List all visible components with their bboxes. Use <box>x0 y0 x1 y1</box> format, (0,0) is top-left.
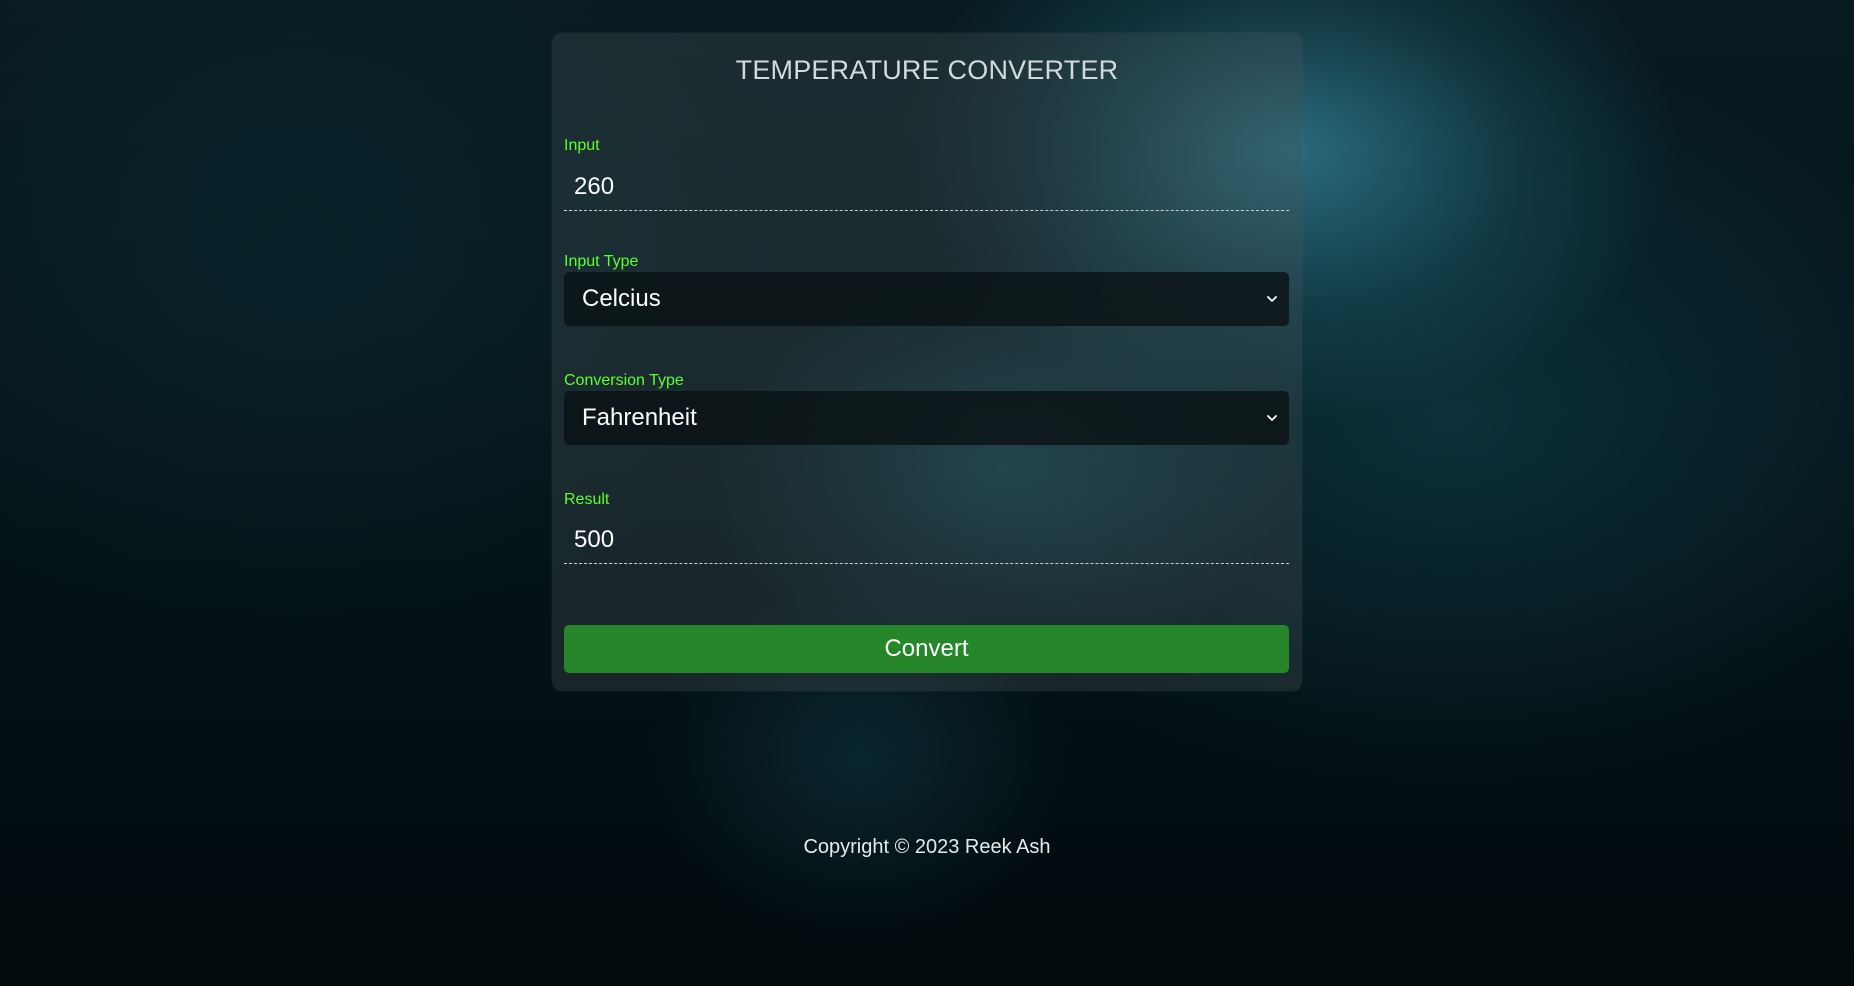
page-title: TEMPERATURE CONVERTER <box>735 55 1119 85</box>
convert-button[interactable]: Convert <box>564 625 1289 673</box>
conversion-type-label: Conversion Type <box>564 372 684 389</box>
input-type-label: Input Type <box>564 253 639 270</box>
result-value: 500 <box>574 526 615 553</box>
temperature-input-value: 260 <box>574 173 615 200</box>
result-field[interactable]: 500 <box>564 516 1289 564</box>
input-type-select[interactable]: Celcius <box>564 272 1289 326</box>
conversion-type-select[interactable]: Fahrenheit <box>564 391 1289 445</box>
chevron-down-icon <box>1267 296 1277 302</box>
conversion-type-selected: Fahrenheit <box>582 404 697 431</box>
temperature-input[interactable]: 260 <box>564 163 1289 211</box>
input-label: Input <box>564 137 600 154</box>
result-label: Result <box>564 491 610 508</box>
chevron-down-icon <box>1267 415 1277 421</box>
converter-card: TEMPERATURE CONVERTER Input 260 Input Ty… <box>552 33 1302 691</box>
footer-copyright: Copyright © 2023 Reek Ash <box>803 836 1051 858</box>
input-type-selected: Celcius <box>582 285 661 312</box>
